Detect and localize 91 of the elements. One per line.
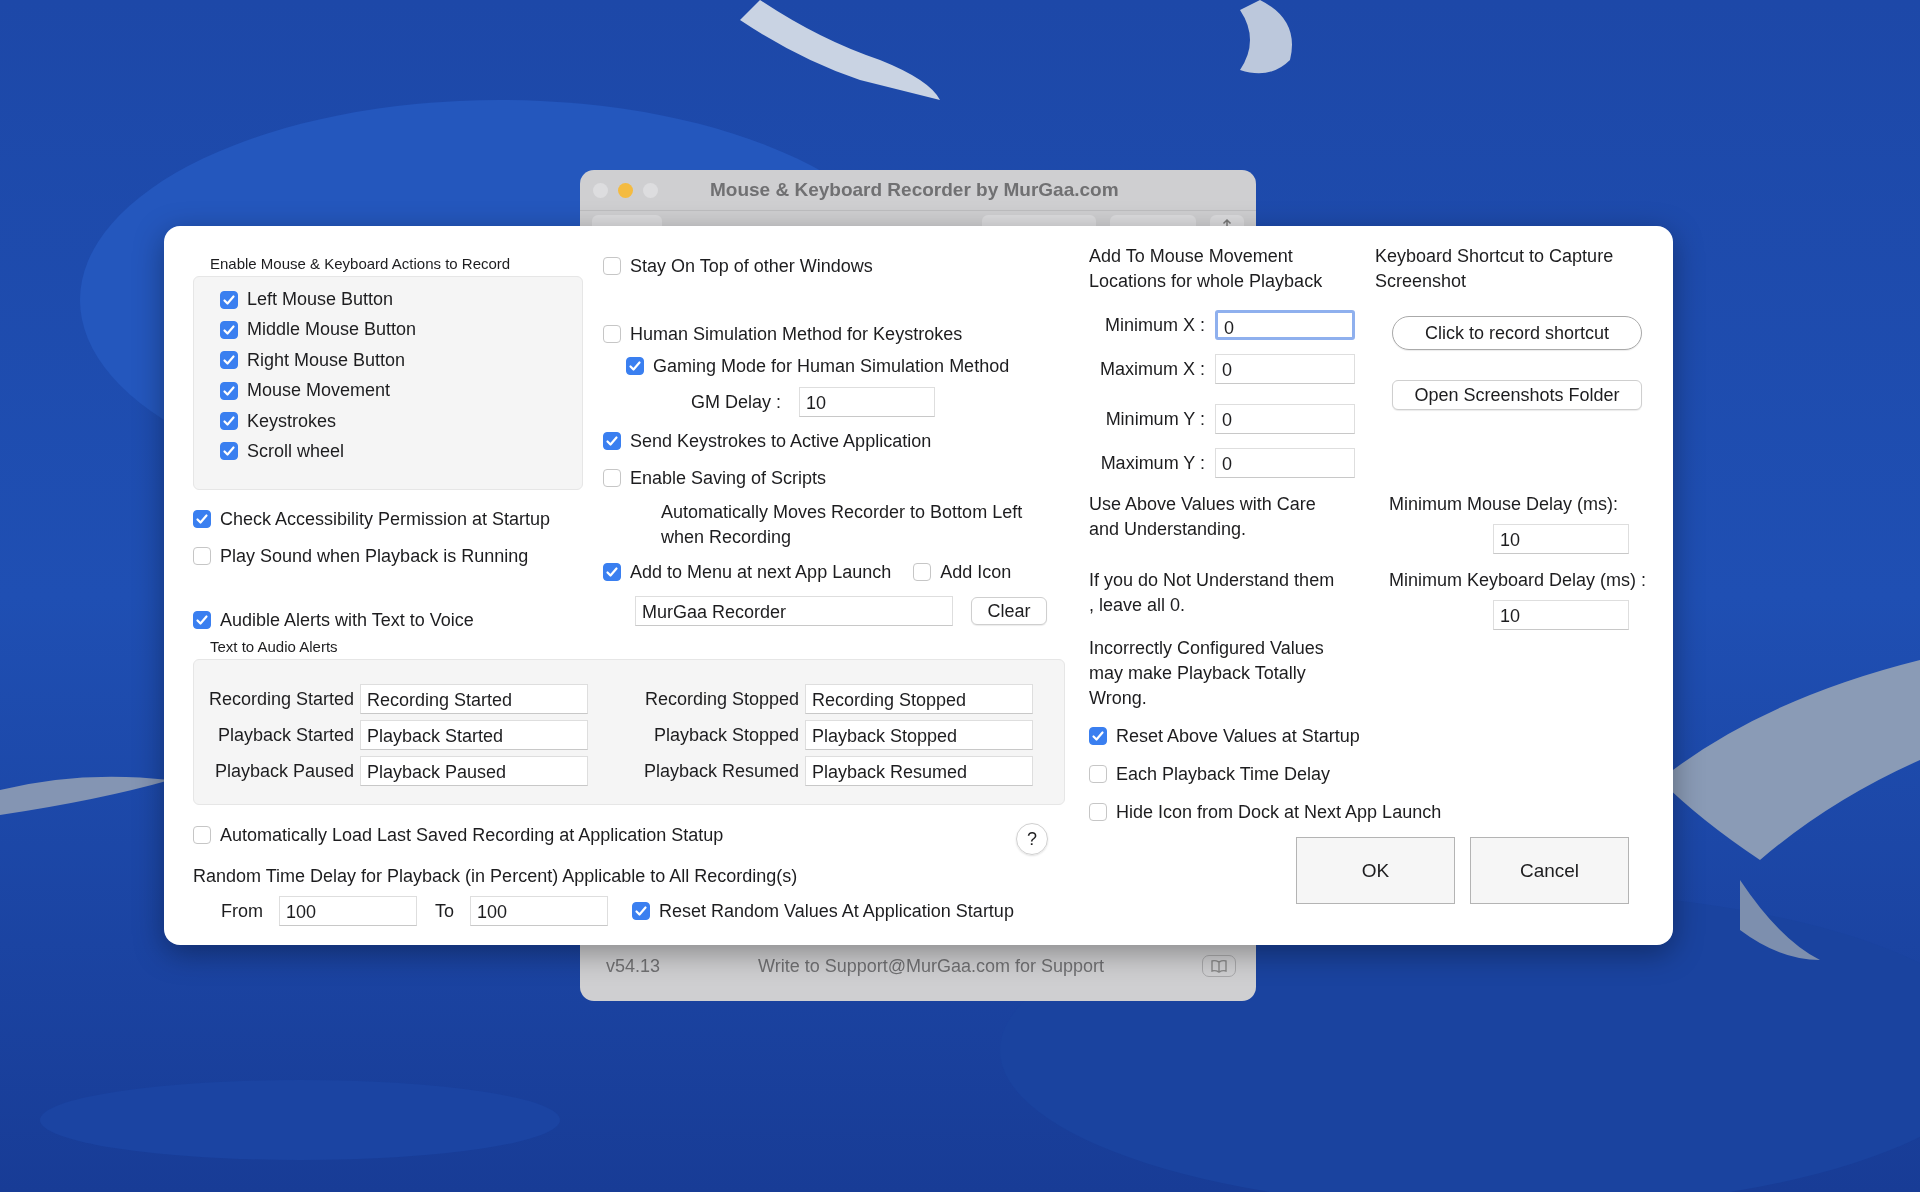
note-text: Use Above Values with Care and Understanding. — [1089, 493, 1317, 541]
text-field[interactable]: 100 — [470, 896, 608, 926]
text-field[interactable]: 0 — [1215, 310, 1355, 340]
text-field[interactable]: Playback Stopped — [805, 720, 1033, 750]
checkbox[interactable] — [220, 351, 238, 370]
dialog-button[interactable]: OK — [1296, 837, 1455, 904]
field-label: Maximum Y : — [1099, 452, 1206, 474]
checkbox[interactable] — [193, 826, 211, 844]
checkbox-label[interactable]: Keystrokes — [247, 410, 337, 432]
checkbox-label[interactable]: Enable Saving of Scripts — [630, 467, 827, 489]
field-label: Playback Stopped — [652, 724, 799, 746]
checkbox-label[interactable]: Scroll wheel — [247, 440, 345, 462]
book-icon[interactable] — [1202, 955, 1236, 977]
checkbox[interactable] — [603, 432, 621, 450]
checkbox-label[interactable]: Add Icon — [940, 561, 1012, 583]
checkbox[interactable] — [1089, 803, 1107, 821]
checkbox[interactable] — [626, 357, 644, 375]
text-field[interactable]: 0 — [1215, 404, 1355, 434]
text-field[interactable]: MurGaa Recorder — [635, 596, 953, 626]
clear-button[interactable]: Clear — [971, 597, 1047, 625]
checkbox-label[interactable]: Gaming Mode for Human Simulation Method — [653, 355, 1010, 377]
field-label: Minimum Keyboard Delay (ms) : — [1389, 569, 1647, 592]
checkbox-label[interactable]: Send Keystrokes to Active Application — [630, 430, 932, 452]
checkbox[interactable] — [603, 257, 621, 275]
checkbox-label[interactable]: Middle Mouse Button — [247, 319, 417, 341]
section-title: Add To Mouse Movement Locations for whole Playback — [1089, 245, 1324, 293]
checkbox[interactable] — [220, 290, 238, 309]
checkbox[interactable] — [632, 902, 650, 920]
text-field[interactable]: 0 — [1215, 448, 1355, 478]
checkbox-label[interactable]: Play Sound when Playback is Running — [220, 545, 529, 567]
note-text: If you do Not Understand them , leave all 0. — [1089, 569, 1336, 617]
text-field[interactable]: 10 — [1493, 600, 1629, 630]
note-text: Incorrectly Configured Values may make Playback Totally Wrong. — [1089, 637, 1325, 710]
group-title: Enable Mouse & Keyboard Actions to Record — [210, 254, 512, 274]
version-label: v54.13 — [606, 955, 661, 977]
checkbox-label[interactable]: Reset Above Values at Startup — [1116, 725, 1360, 747]
checkbox-label[interactable]: Mouse Movement — [247, 380, 391, 402]
checkbox[interactable] — [220, 381, 238, 400]
checkbox-label[interactable]: Automatically Load Last Saved Recording at Application Statup — [220, 824, 724, 846]
checkbox[interactable] — [603, 469, 621, 487]
group-title: Text to Audio Alerts — [210, 637, 339, 657]
note-text: Automatically Moves Recorder to Bottom Left when Recording — [661, 501, 1024, 549]
field-label: Playback Resumed — [642, 760, 799, 782]
field-label: Playback Paused — [213, 760, 354, 782]
section-title: Random Time Delay for Playback (in Percent) Applicable to All Recording(s) — [193, 865, 799, 888]
section-title: Keyboard Shortcut to Capture Screenshot — [1375, 245, 1615, 293]
field-label: Minimum Mouse Delay (ms): — [1389, 493, 1619, 516]
text-field[interactable]: Recording Stopped — [805, 684, 1033, 714]
checkbox[interactable] — [193, 510, 211, 528]
checkbox[interactable] — [220, 442, 238, 461]
text-field[interactable]: 10 — [799, 387, 936, 417]
checkbox-label[interactable]: Right Mouse Button — [247, 349, 406, 371]
checkbox-label[interactable]: Left Mouse Button — [247, 289, 394, 310]
text-field[interactable]: 100 — [279, 896, 417, 926]
open-folder-button[interactable]: Open Screenshots Folder — [1392, 380, 1642, 410]
checkbox[interactable] — [193, 547, 211, 565]
field-label: Recording Stopped — [643, 688, 799, 710]
window-title: Mouse & Keyboard Recorder by MurGaa.com — [710, 179, 1119, 201]
checkbox[interactable] — [603, 563, 621, 581]
field-label: Minimum Y : — [1104, 408, 1206, 430]
checkbox-label[interactable]: Check Accessibility Permission at Startup — [220, 508, 551, 530]
field-label: GM Delay : — [691, 391, 782, 413]
field-label: Playback Started — [216, 724, 354, 746]
checkbox[interactable] — [1089, 765, 1107, 783]
checkbox-label[interactable]: Each Playback Time Delay — [1116, 763, 1331, 785]
field-label: Minimum X : — [1104, 314, 1206, 336]
text-field[interactable]: 0 — [1215, 354, 1355, 384]
checkbox-label[interactable]: Reset Random Values At Application Startup — [659, 900, 1014, 922]
checkbox-label[interactable]: Add to Menu at next App Launch — [630, 561, 892, 583]
field-label: To — [435, 900, 454, 922]
record-shortcut-button[interactable]: Click to record shortcut — [1392, 316, 1642, 350]
dialog-button[interactable]: Cancel — [1470, 837, 1629, 904]
checkbox-label[interactable]: Hide Icon from Dock at Next App Launch — [1116, 801, 1442, 823]
checkbox[interactable] — [1089, 727, 1107, 745]
support-text: Write to Support@MurGaa.com for Support — [757, 955, 1106, 977]
checkbox-label[interactable]: Stay On Top of other Windows — [630, 255, 873, 277]
text-field[interactable]: Playback Paused — [360, 756, 588, 786]
checkbox[interactable] — [220, 320, 238, 339]
text-field[interactable]: 10 — [1493, 524, 1629, 554]
text-field[interactable]: Playback Started — [360, 720, 588, 750]
field-label: Maximum X : — [1099, 358, 1206, 380]
checkbox[interactable] — [603, 325, 621, 343]
field-label: Recording Started — [207, 688, 354, 710]
text-field[interactable]: Recording Started — [360, 684, 588, 714]
checkbox-label[interactable]: Human Simulation Method for Keystrokes — [630, 323, 963, 345]
text-field[interactable]: Playback Resumed — [805, 756, 1033, 786]
checkbox[interactable] — [193, 611, 211, 629]
checkbox[interactable] — [913, 563, 932, 581]
field-label: From — [221, 900, 263, 922]
checkbox[interactable] — [220, 412, 238, 431]
checkbox-label[interactable]: Audible Alerts with Text to Voice — [220, 609, 474, 631]
